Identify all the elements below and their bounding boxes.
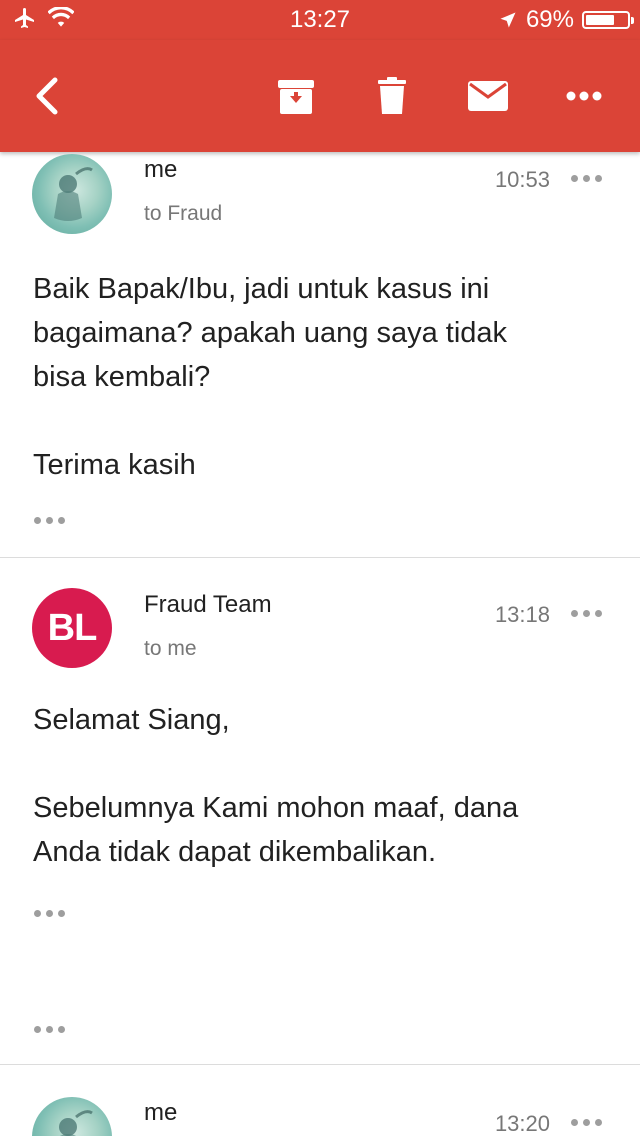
battery-fill [586, 15, 614, 25]
body-line: Baik Bapak/Ibu, jadi untuk kasus ini [33, 273, 490, 305]
dot [34, 517, 41, 524]
body-line [33, 742, 593, 786]
avatar-photo [54, 167, 93, 221]
sender-name: me [144, 1099, 178, 1126]
message-body: Baik Bapak/Ibu, jadi untuk kasus ini bag… [33, 267, 593, 487]
dot [583, 1119, 590, 1126]
archive-icon [278, 80, 314, 114]
dot [571, 1119, 578, 1126]
body-line: Selamat Siang, [33, 704, 230, 736]
sender-name: me [144, 156, 178, 183]
dot [34, 910, 41, 917]
body-line: Sebelumnya Kami mohon maaf, dana [33, 792, 519, 824]
dot [58, 910, 65, 917]
dot [34, 1026, 41, 1033]
dot [571, 610, 578, 617]
avatar-photo [59, 1110, 93, 1136]
message-card[interactable]: me 13:20 [0, 1065, 640, 1136]
message-card[interactable]: me to Fraud 10:53 Baik Bapak/Ibu, jadi u… [0, 152, 640, 557]
show-quoted-text-button[interactable] [34, 517, 65, 524]
body-line: Anda tidak dapat dikembalikan. [33, 836, 437, 868]
dot [46, 1026, 53, 1033]
dot [571, 175, 578, 182]
dot [58, 1026, 65, 1033]
chevron-left-icon [36, 77, 58, 115]
dot [46, 517, 53, 524]
dot [583, 610, 590, 617]
message-time: 13:20 [494, 1111, 550, 1136]
location-arrow-icon [500, 12, 516, 28]
body-line: bisa kembali? [33, 361, 211, 393]
dot [595, 1119, 602, 1126]
avatar[interactable]: BL [32, 588, 112, 668]
dot [595, 610, 602, 617]
conversation-thread[interactable]: me to Fraud 10:53 Baik Bapak/Ibu, jadi u… [0, 152, 640, 1136]
back-button[interactable] [16, 40, 76, 152]
message-body: Selamat Siang, Sebelumnya Kami mohon maa… [33, 698, 593, 874]
message-more-button[interactable] [571, 610, 602, 617]
show-quoted-text-button[interactable] [34, 910, 65, 917]
mail-icon [468, 81, 508, 111]
avatar[interactable] [32, 1097, 112, 1136]
archive-button[interactable] [266, 40, 326, 152]
body-line: bagaimana? apakah uang saya tidak [33, 317, 508, 349]
sender-name: Fraud Team [144, 591, 272, 618]
trash-icon [378, 77, 406, 114]
message-more-button[interactable] [571, 1119, 602, 1126]
recipient-line[interactable]: to me [144, 637, 197, 661]
delete-button[interactable] [362, 40, 422, 152]
more-horiz-icon [566, 91, 602, 101]
dot [583, 175, 590, 182]
message-more-button[interactable] [571, 175, 602, 182]
body-line: Terima kasih [33, 449, 196, 481]
battery-icon [582, 11, 634, 29]
recipient-line[interactable]: to Fraud [144, 202, 222, 226]
message-time: 10:53 [494, 167, 550, 192]
status-bar: 13:27 69% [0, 0, 640, 40]
battery-percent: 69% [525, 6, 574, 33]
status-right: 69% [498, 6, 634, 34]
message-card[interactable]: BL Fraud Team to me 13:18 Selamat Siang,… [0, 558, 640, 1064]
mark-unread-button[interactable] [458, 40, 518, 152]
body-line [33, 399, 593, 443]
top-toolbar [0, 40, 640, 152]
more-options-button[interactable] [554, 40, 614, 152]
dot [595, 175, 602, 182]
message-time: 13:18 [494, 602, 550, 627]
dot [58, 517, 65, 524]
show-trimmed-content-button[interactable] [34, 1026, 65, 1033]
dot [46, 910, 53, 917]
avatar[interactable] [32, 154, 112, 234]
